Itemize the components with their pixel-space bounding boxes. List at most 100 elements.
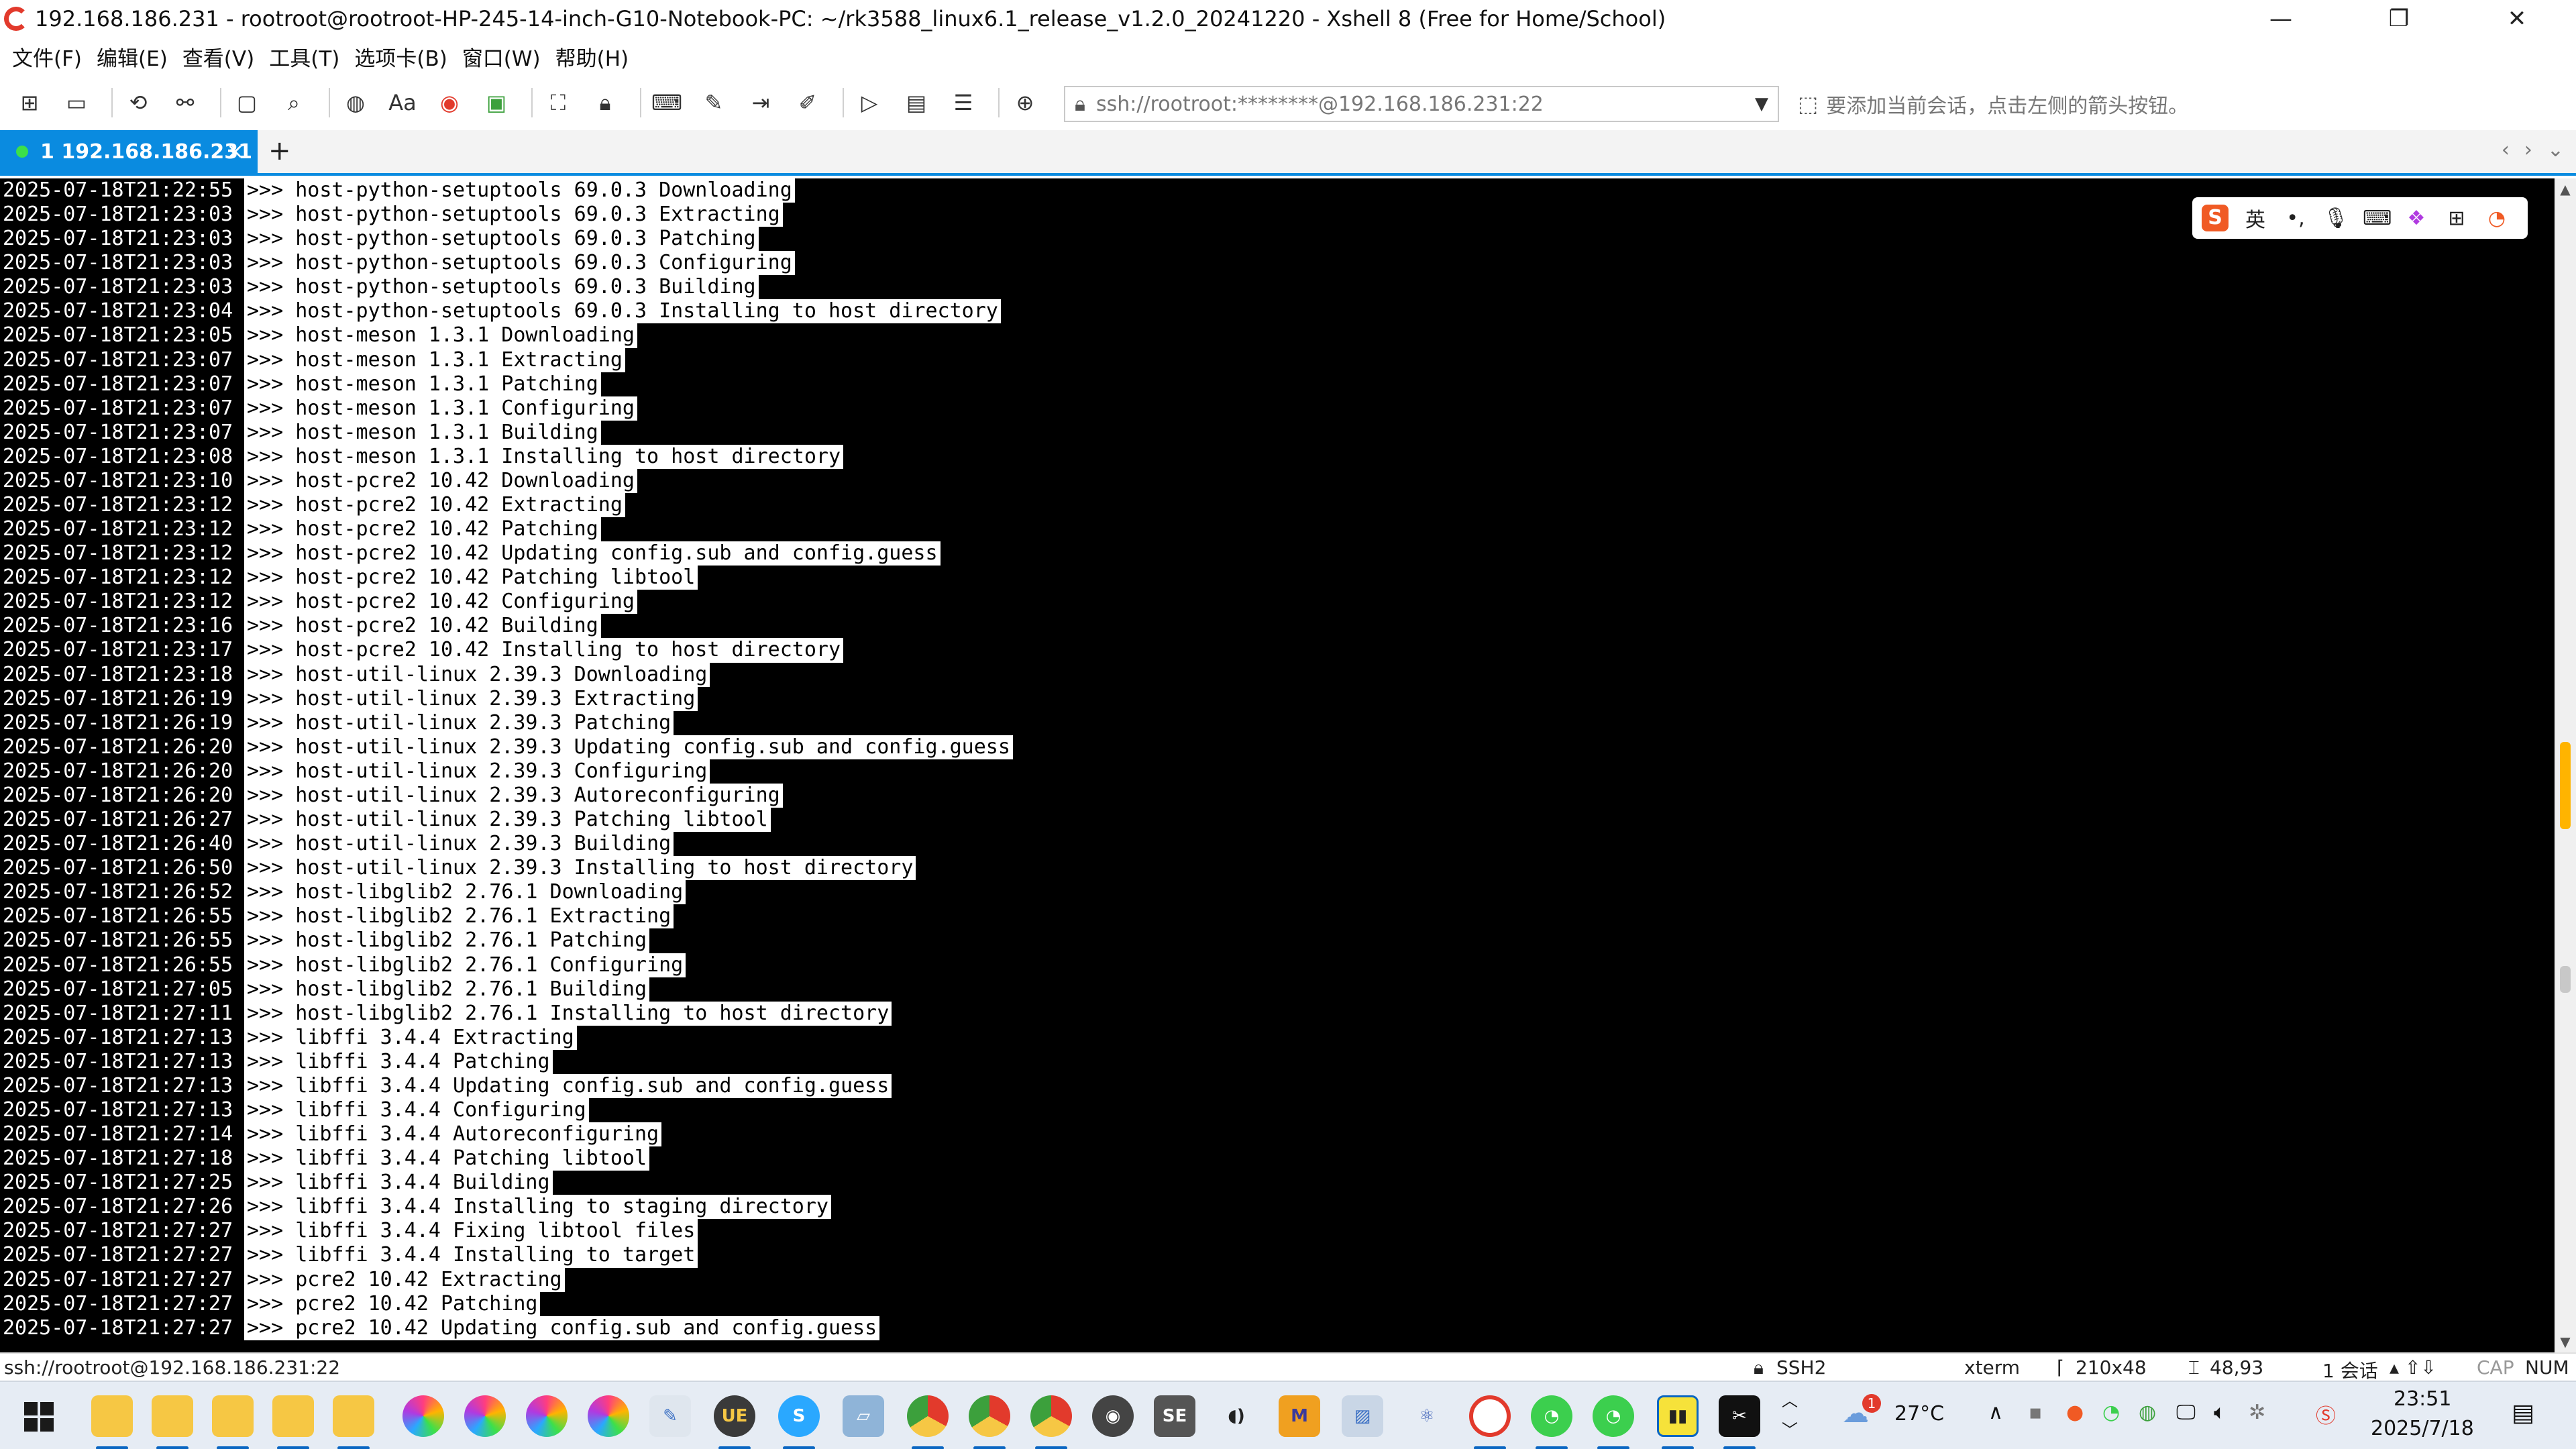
menu-file[interactable]: 文件(F) xyxy=(12,42,82,72)
keyboard-icon[interactable]: ⌨ xyxy=(2363,207,2392,230)
file-explorer-icon[interactable] xyxy=(212,1395,254,1437)
globe-icon[interactable]: ◍ xyxy=(337,84,374,121)
scroll-up-icon[interactable]: ▲ xyxy=(2555,178,2576,200)
tab-next-icon[interactable]: › xyxy=(2524,138,2532,162)
document-app-icon[interactable]: ▱ xyxy=(843,1395,884,1437)
wechat-icon[interactable]: ◔ xyxy=(1531,1395,1572,1437)
tray-sogou-s-icon[interactable]: Ⓢ xyxy=(2316,1399,2336,1429)
sogou-logo-icon[interactable]: S xyxy=(2202,205,2229,231)
menu-view[interactable]: 查看(V) xyxy=(182,42,254,72)
skin-icon[interactable]: ❖ xyxy=(2403,207,2430,230)
fullscreen-icon[interactable]: ⛶ xyxy=(539,84,577,121)
ime-language-toggle[interactable]: 英 xyxy=(2242,203,2269,233)
color-browser-icon[interactable] xyxy=(588,1395,629,1437)
wechat-icon[interactable]: ◔ xyxy=(1593,1395,1634,1437)
tab-close-icon[interactable]: × xyxy=(226,138,244,164)
image-app-icon[interactable]: ▨ xyxy=(1342,1395,1383,1437)
terminal-scrollbar[interactable]: ▲ ▼ xyxy=(2555,178,2576,1352)
color-browser-icon[interactable] xyxy=(464,1395,506,1437)
font-icon[interactable]: Aa xyxy=(384,84,421,121)
media-player-icon[interactable]: ◉ xyxy=(1092,1395,1134,1437)
script-icon[interactable]: ✐ xyxy=(789,84,826,121)
microphone-icon[interactable]: 🎙︎ xyxy=(2322,207,2349,230)
menu-edit[interactable]: 编辑(E) xyxy=(97,42,168,72)
network-icon[interactable]: 🖵︎ xyxy=(2176,1401,2196,1424)
file-explorer-icon[interactable] xyxy=(152,1395,193,1437)
session-arrows-icon[interactable]: ▴ ⇧⇩ xyxy=(2390,1356,2436,1379)
tab-session-1[interactable]: 1 192.168.186.231 × xyxy=(0,130,258,173)
color-browser-icon[interactable] xyxy=(402,1395,444,1437)
input-method-icon[interactable]: ✲ xyxy=(2249,1401,2265,1424)
menu-tabs[interactable]: 选项卡(B) xyxy=(354,42,447,72)
tab-list-icon[interactable]: ⌄ xyxy=(2547,138,2564,162)
new-tab-icon[interactable]: ▢ xyxy=(228,84,266,121)
tray-sogou-icon[interactable]: ● xyxy=(2066,1401,2084,1424)
terminal-output[interactable]: 2025-07-18T21:22:55 >>> host-python-setup… xyxy=(0,178,2555,1352)
add-tab-button[interactable]: + xyxy=(268,136,291,166)
menu-help[interactable]: 帮助(H) xyxy=(555,42,629,72)
maximize-button[interactable]: ❐ xyxy=(2340,0,2458,38)
scroll-down-icon[interactable]: ▼ xyxy=(2555,1331,2576,1352)
clock-date[interactable]: 2025/7/18 xyxy=(2371,1417,2474,1440)
xshell-red-icon[interactable]: ◉ xyxy=(431,84,468,121)
add-tab-icon[interactable]: ⊕ xyxy=(1006,84,1044,121)
tray-app-icon[interactable]: ▪ xyxy=(2029,1401,2042,1424)
transfer-icon[interactable]: ⇥ xyxy=(742,84,780,121)
taskbar-scroll-up-icon[interactable]: ︿ xyxy=(1782,1387,1798,1411)
ultraedit-icon[interactable]: UE xyxy=(714,1395,755,1437)
file-explorer-icon[interactable] xyxy=(333,1395,374,1437)
tray-wechat-icon[interactable]: ◔ xyxy=(2102,1401,2120,1424)
chrome-icon[interactable] xyxy=(1030,1395,1072,1437)
lock-icon[interactable]: 🔒︎ xyxy=(586,84,624,121)
address-bar[interactable]: 🔒︎ ssh://rootroot:********@192.168.186.2… xyxy=(1064,86,1779,122)
keyboard-icon[interactable]: ⌨ xyxy=(648,84,686,121)
toolbox-grid-icon[interactable]: ⊞ xyxy=(2443,207,2470,230)
taskbar-scroll-down-icon[interactable]: ﹀ xyxy=(1782,1417,1798,1440)
windows-start-icon[interactable] xyxy=(24,1402,54,1432)
weather-temperature[interactable]: 27°C xyxy=(1894,1402,1944,1426)
chevron-down-icon[interactable]: ▼ xyxy=(1755,94,1768,114)
chrome-icon[interactable] xyxy=(969,1395,1010,1437)
capcut-icon[interactable]: ✂ xyxy=(1719,1395,1760,1437)
clock-time[interactable]: 23:51 xyxy=(2394,1387,2451,1411)
se-app-icon[interactable]: SE xyxy=(1154,1395,1195,1437)
file-explorer-icon[interactable] xyxy=(272,1395,314,1437)
scroll-thumb[interactable] xyxy=(2560,966,2571,993)
chrome-icon[interactable] xyxy=(907,1395,949,1437)
chart-app-icon[interactable]: ▮▮ xyxy=(1657,1395,1699,1437)
new-session-icon[interactable]: ⊞ xyxy=(11,84,48,121)
pen-tool-icon[interactable]: ✎ xyxy=(649,1395,691,1437)
add-session-arrow-icon[interactable]: ⬚ xyxy=(1798,91,1818,117)
ime-punctuation-toggle[interactable]: •, xyxy=(2282,207,2309,230)
mfc-app-icon[interactable]: M xyxy=(1279,1395,1320,1437)
xshell-taskbar-icon[interactable] xyxy=(1469,1395,1511,1437)
running-indicator xyxy=(783,1446,815,1449)
tab-prev-icon[interactable]: ‹ xyxy=(2502,138,2510,162)
tray-sync-icon[interactable]: ◍ xyxy=(2139,1401,2156,1424)
file-explorer-icon[interactable] xyxy=(91,1395,133,1437)
reconnect-icon[interactable]: ⟲ xyxy=(119,84,157,121)
status-sessions[interactable]: 1 会话 xyxy=(2322,1356,2378,1383)
tray-overflow-chevron-icon[interactable]: ∧ xyxy=(1988,1401,2003,1424)
menu-tools[interactable]: 工具(T) xyxy=(269,42,339,72)
xftp-green-icon[interactable]: ▣ xyxy=(478,84,515,121)
run-icon[interactable]: ▷ xyxy=(851,84,888,121)
notes-icon[interactable]: ☰ xyxy=(945,84,982,121)
log-icon[interactable]: ▤ xyxy=(898,84,935,121)
cloud-app-icon[interactable]: S xyxy=(778,1395,820,1437)
open-folder-icon[interactable]: ▭ xyxy=(58,84,95,121)
compose-icon[interactable]: ✎ xyxy=(695,84,733,121)
ime-mascot-icon[interactable]: ◔ xyxy=(2483,207,2510,230)
close-button[interactable]: ✕ xyxy=(2458,0,2576,38)
audio-app-icon[interactable]: ◖) xyxy=(1216,1395,1257,1437)
atom-app-icon[interactable]: ⚛ xyxy=(1406,1395,1448,1437)
log-message: >>> host-python-setuptools 69.0.3 Extrac… xyxy=(244,203,783,227)
search-icon[interactable]: ⌕ xyxy=(275,84,313,121)
notification-icon[interactable]: ▤ xyxy=(2512,1399,2534,1427)
color-browser-icon[interactable] xyxy=(526,1395,568,1437)
address-url: ssh://rootroot:********@192.168.186.231:… xyxy=(1095,92,1544,116)
minimize-button[interactable]: — xyxy=(2222,0,2340,38)
disconnect-link-icon[interactable]: ⚯ xyxy=(166,84,204,121)
menu-window[interactable]: 窗口(W) xyxy=(462,42,541,72)
volume-icon[interactable]: 🔈︎ xyxy=(2214,1401,2226,1424)
